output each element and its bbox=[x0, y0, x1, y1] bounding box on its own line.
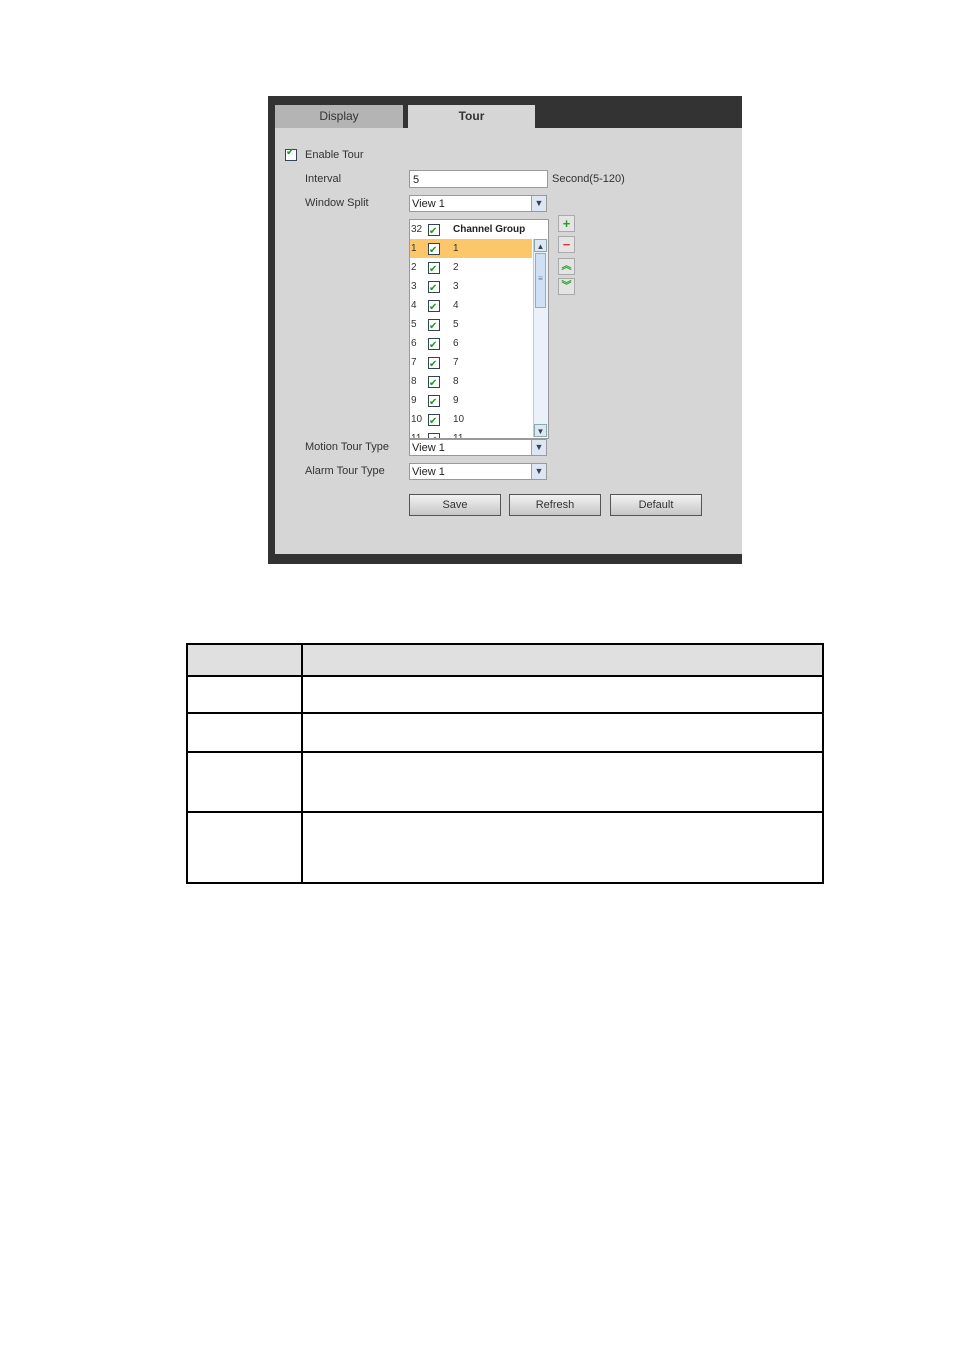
add-channel-button[interactable]: + bbox=[558, 215, 575, 232]
alarm-tour-type-select[interactable]: View 1 ▼ bbox=[409, 463, 547, 480]
channel-name: 2 bbox=[453, 262, 459, 273]
window-split-value: View 1 bbox=[412, 198, 445, 210]
table-row bbox=[186, 751, 824, 813]
table-cell bbox=[301, 751, 824, 813]
table-row bbox=[186, 811, 824, 884]
channel-name: 9 bbox=[453, 395, 459, 406]
description-table bbox=[186, 643, 824, 884]
channel-name: 8 bbox=[453, 376, 459, 387]
channel-row[interactable]: 66 bbox=[410, 334, 532, 355]
channel-row[interactable]: 10 10 bbox=[410, 410, 532, 431]
channel-row[interactable]: 55 bbox=[410, 315, 532, 336]
list-scrollbar[interactable]: ▲ ≡ ▼ bbox=[533, 239, 548, 437]
save-button[interactable]: Save bbox=[409, 494, 501, 516]
scroll-down-icon[interactable]: ▼ bbox=[534, 424, 547, 437]
tour-settings-panel: Display Tour Enable Tour Interval 5 Seco… bbox=[268, 96, 742, 564]
channel-checkbox[interactable] bbox=[428, 336, 440, 355]
motion-tour-type-value: View 1 bbox=[412, 442, 445, 454]
motion-tour-type-label: Motion Tour Type bbox=[305, 441, 389, 453]
channel-row[interactable]: 22 bbox=[410, 258, 532, 279]
channel-checkbox[interactable] bbox=[428, 317, 440, 336]
channel-checkbox[interactable] bbox=[428, 241, 440, 260]
window-split-select[interactable]: View 1 ▼ bbox=[409, 195, 547, 212]
tab-tour[interactable]: Tour bbox=[408, 105, 535, 128]
channel-index: 10 bbox=[411, 414, 423, 425]
channel-name: 7 bbox=[453, 357, 459, 368]
table-cell bbox=[301, 643, 824, 677]
channel-index: 7 bbox=[411, 357, 417, 368]
channel-index: 3 bbox=[411, 281, 417, 292]
table-cell bbox=[301, 675, 824, 714]
channel-row[interactable]: 44 bbox=[410, 296, 532, 317]
channel-index: 2 bbox=[411, 262, 417, 273]
channel-checkbox[interactable] bbox=[428, 393, 440, 412]
channel-checkbox[interactable] bbox=[428, 355, 440, 374]
table-cell bbox=[186, 675, 303, 714]
channel-name: 5 bbox=[453, 319, 459, 330]
remove-channel-button[interactable]: − bbox=[558, 236, 575, 253]
channel-checkbox[interactable] bbox=[428, 260, 440, 279]
tab-display[interactable]: Display bbox=[275, 105, 403, 128]
channel-row[interactable]: 33 bbox=[410, 277, 532, 298]
channel-index: 6 bbox=[411, 338, 417, 349]
default-button[interactable]: Default bbox=[610, 494, 702, 516]
table-cell bbox=[186, 643, 303, 677]
list-header: 32 Channel Group bbox=[410, 220, 532, 241]
interval-input[interactable]: 5 bbox=[409, 170, 548, 188]
channel-row[interactable]: 77 bbox=[410, 353, 532, 374]
channel-name: 1 bbox=[453, 243, 459, 254]
table-cell bbox=[301, 811, 824, 884]
channel-checkbox[interactable] bbox=[428, 374, 440, 393]
motion-tour-type-select[interactable]: View 1 ▼ bbox=[409, 439, 547, 456]
chevron-down-icon[interactable]: ▼ bbox=[531, 196, 546, 211]
enable-tour-label: Enable Tour bbox=[305, 149, 364, 161]
channel-checkbox[interactable] bbox=[428, 431, 440, 438]
select-all-checkbox[interactable] bbox=[428, 222, 440, 241]
window-split-label: Window Split bbox=[305, 197, 369, 209]
channel-index: 5 bbox=[411, 319, 417, 330]
channel-checkbox[interactable] bbox=[428, 279, 440, 298]
channel-name: 4 bbox=[453, 300, 459, 311]
channel-row[interactable]: 88 bbox=[410, 372, 532, 393]
channel-name: 10 bbox=[453, 414, 465, 425]
table-cell bbox=[186, 811, 303, 884]
interval-label: Interval bbox=[305, 173, 342, 185]
move-up-button[interactable]: ︽ bbox=[558, 258, 575, 275]
channel-name: 6 bbox=[453, 338, 459, 349]
channel-index: 4 bbox=[411, 300, 417, 311]
table-row bbox=[186, 675, 824, 714]
channel-index: 1 bbox=[411, 243, 417, 254]
table-row bbox=[186, 712, 824, 753]
channel-name: 11 bbox=[453, 433, 464, 439]
table-header-row bbox=[186, 643, 824, 677]
channel-index: 8 bbox=[411, 376, 417, 387]
table-cell bbox=[186, 712, 303, 753]
channel-row[interactable]: 11 bbox=[410, 239, 532, 260]
chevron-down-icon[interactable]: ▼ bbox=[531, 464, 546, 479]
refresh-button[interactable]: Refresh bbox=[509, 494, 601, 516]
table-cell bbox=[186, 751, 303, 813]
move-down-button[interactable]: ︾ bbox=[558, 278, 575, 295]
chevron-down-icon[interactable]: ▼ bbox=[531, 440, 546, 455]
scroll-up-icon[interactable]: ▲ bbox=[534, 239, 547, 252]
interval-hint: Second(5-120) bbox=[552, 173, 625, 185]
alarm-tour-type-label: Alarm Tour Type bbox=[305, 465, 385, 477]
channel-index: 9 bbox=[411, 395, 417, 406]
alarm-tour-type-value: View 1 bbox=[412, 466, 445, 478]
enable-tour-checkbox[interactable] bbox=[285, 147, 297, 161]
channel-checkbox[interactable] bbox=[428, 412, 440, 431]
table-cell bbox=[301, 712, 824, 753]
channel-group-header: Channel Group bbox=[453, 224, 526, 235]
channel-row[interactable]: 11 11 bbox=[410, 429, 532, 439]
channel-group-list[interactable]: 32 Channel Group 11223344556677889910101… bbox=[409, 219, 549, 439]
channel-count: 32 bbox=[411, 224, 423, 235]
channel-checkbox[interactable] bbox=[428, 298, 440, 317]
channel-name: 3 bbox=[453, 281, 459, 292]
channel-row[interactable]: 99 bbox=[410, 391, 532, 412]
scroll-thumb[interactable]: ≡ bbox=[535, 253, 546, 308]
channel-index: 11 bbox=[411, 433, 422, 439]
